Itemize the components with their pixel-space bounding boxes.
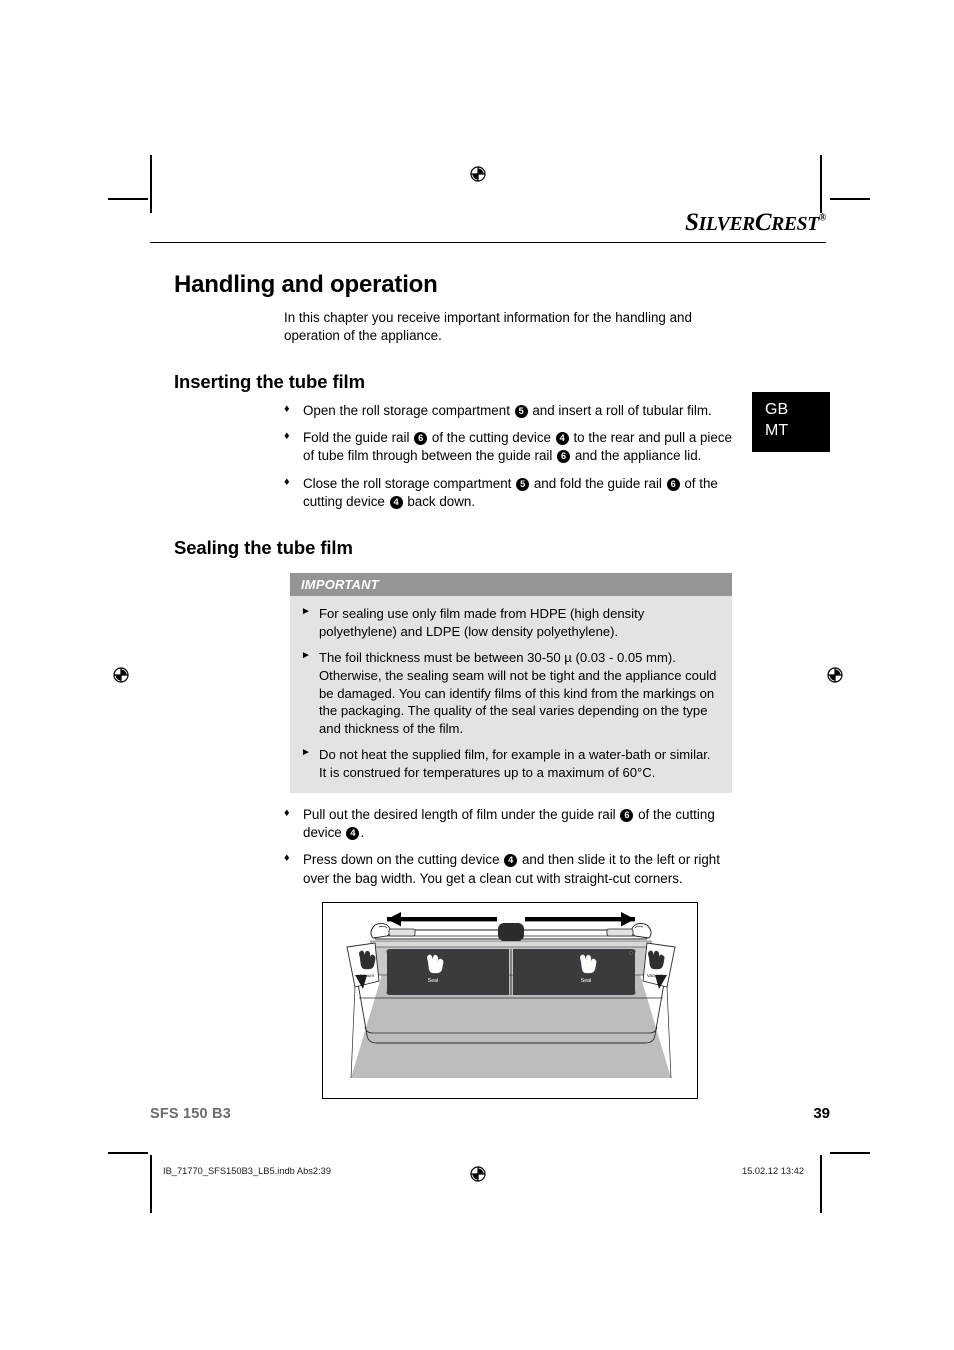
brand-part-2: ILVER	[698, 214, 756, 235]
registration-mark-bottom	[470, 1166, 486, 1182]
illustration-brand-label: SilverCrest	[597, 951, 620, 956]
reference-number-badge: 4	[504, 854, 518, 868]
bullet-arrow-icon: ►	[301, 650, 311, 662]
brand-part-4: REST	[771, 214, 819, 235]
crop-mark-bottom-left-h	[108, 1152, 148, 1154]
registered-trademark-icon: ®	[818, 212, 826, 224]
page-footer: SFS 150 B3 39	[150, 1105, 830, 1122]
bullet-arrow-icon: ►	[301, 747, 311, 759]
crop-mark-top-left-v	[150, 155, 152, 213]
page-content: SILVERCREST® Handling and operation In t…	[150, 210, 830, 1140]
cutting-device-knob[interactable]	[498, 923, 524, 942]
footer-model-name: SFS 150 B3	[150, 1106, 231, 1122]
appliance-illustration-svg: Seal Seal Vacuum Vacuum SilverCrest	[346, 912, 676, 1079]
reference-number-badge: 6	[620, 808, 634, 822]
reference-number-badge: 6	[557, 450, 571, 464]
appliance-lid-top-strip	[370, 940, 652, 948]
page-title: Handling and operation	[174, 271, 438, 298]
list-item: ♦ Fold the guide rail 6 of the cutting de…	[284, 430, 733, 464]
reference-number-badge: 4	[389, 496, 403, 510]
brand-part-1: S	[684, 209, 699, 236]
list-item: ♦ Press down on the cutting device 4 and …	[284, 852, 720, 886]
bullet-arrow-icon: ►	[301, 606, 311, 618]
registration-mark-left	[113, 667, 129, 683]
list-item: ♦ Open the roll storage compartment 5 and…	[284, 402, 712, 418]
appliance-illustration: Seal Seal Vacuum Vacuum SilverCrest	[322, 902, 698, 1100]
crop-mark-bottom-left-v	[150, 1155, 152, 1213]
important-callout-title: IMPORTANT	[290, 573, 732, 597]
important-callout-list: ► For sealing use only film made from HDP…	[290, 596, 732, 792]
crop-mark-top-right-v	[820, 155, 822, 213]
cutter-end-right	[606, 923, 652, 939]
arrow-right	[525, 912, 635, 927]
reference-number-badge: 5	[514, 404, 528, 418]
cutter-end-left	[370, 923, 416, 939]
crop-mark-top-left-h	[108, 198, 148, 200]
section-heading-inserting: Inserting the tube film	[174, 370, 365, 392]
bullet-diamond-icon: ♦	[284, 402, 290, 415]
crop-mark-bottom-right-h	[830, 1152, 870, 1154]
bullet-diamond-icon: ♦	[284, 475, 290, 488]
registration-mark-top	[470, 166, 486, 182]
crop-mark-bottom-right-v	[820, 1155, 822, 1213]
film-right-edge	[666, 987, 672, 1079]
intro-paragraph: In this chapter you receive important in…	[284, 310, 692, 343]
arrow-left	[387, 912, 497, 927]
print-timestamp: 15.02.12 13:42	[741, 1166, 804, 1176]
header-divider	[150, 242, 826, 243]
reference-number-badge: 4	[346, 826, 360, 840]
control-panel-left	[386, 949, 509, 996]
svg-text:Seal: Seal	[581, 978, 592, 984]
important-list-item: ► Do not heat the supplied film, for exam…	[301, 747, 711, 780]
reference-number-badge: 6	[666, 477, 680, 491]
bullet-diamond-icon: ♦	[284, 852, 290, 865]
reference-number-badge: 5	[516, 477, 530, 491]
section-heading-sealing: Sealing the tube film	[174, 537, 353, 559]
reference-number-badge: 4	[555, 432, 569, 446]
svg-text:Seal: Seal	[428, 978, 439, 984]
brand-part-3: C	[754, 209, 772, 236]
film-left-edge	[350, 987, 356, 1079]
important-list-item: ► For sealing use only film made from HDP…	[301, 606, 645, 640]
crop-mark-top-right-h	[830, 198, 870, 200]
bullet-diamond-icon: ♦	[284, 430, 290, 443]
list-item: ♦ Close the roll storage compartment 5 an…	[284, 475, 718, 510]
inserting-steps-list: ♦ Open the roll storage compartment 5 and…	[284, 402, 734, 512]
print-file-info: IB_71770_SFS150B3_LB5.indb Abs2:39	[163, 1166, 331, 1176]
important-list-item: ► The foil thickness must be between 30-5…	[301, 650, 717, 737]
sealing-steps-list: ♦ Pull out the desired length of film und…	[284, 806, 734, 888]
important-callout: IMPORTANT ► For sealing use only film mad…	[290, 573, 732, 793]
reference-number-badge: 6	[414, 432, 428, 446]
footer-page-number: 39	[813, 1105, 830, 1122]
bullet-diamond-icon: ♦	[284, 806, 290, 819]
list-item: ♦ Pull out the desired length of film und…	[284, 806, 715, 840]
brand-logo: SILVERCREST®	[150, 210, 830, 235]
